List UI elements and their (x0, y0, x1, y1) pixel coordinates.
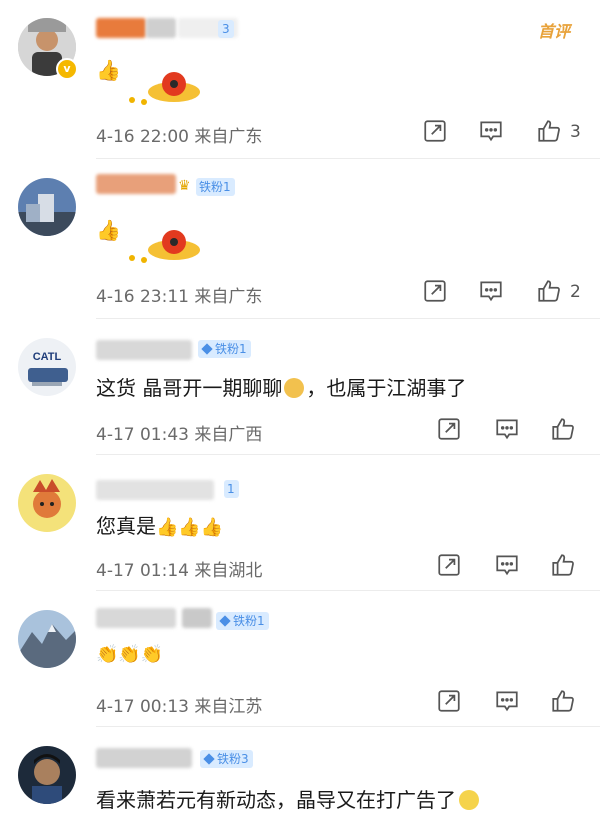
share-icon (424, 280, 446, 302)
divider (96, 454, 600, 455)
comment-item: ♛ 铁粉1 👍 4-16 23:11 来自广东 2 (0, 160, 600, 320)
divider (96, 158, 600, 159)
share-icon (424, 120, 446, 142)
gold-ingot-emoji (129, 72, 200, 105)
comment-item: v 3 首评 👍 4-16 22:00 来自广东 3 (0, 0, 600, 160)
share-button[interactable] (436, 416, 466, 446)
like-button[interactable] (550, 552, 580, 582)
comment-meta: 4-17 00:13 来自江苏 (96, 697, 263, 717)
fan-badge: 铁粉1 (198, 340, 251, 358)
avatar[interactable] (18, 178, 76, 236)
username-redacted[interactable] (96, 608, 216, 628)
thumbs-up-icon (552, 418, 574, 440)
like-count: 2 (570, 282, 581, 302)
first-comment-tag: 首评 (538, 22, 571, 41)
fan-badge: 铁粉1 (196, 178, 235, 196)
comment-button[interactable] (494, 416, 524, 446)
like-count: 3 (570, 122, 581, 142)
divider (96, 590, 600, 591)
like-button[interactable] (536, 118, 566, 148)
smile-emoji (459, 790, 479, 810)
comment-meta: 4-16 23:11 来自广东 (96, 287, 263, 307)
share-icon (438, 690, 460, 712)
thumbs-up-icon (538, 280, 560, 302)
crown-icon: ♛ (178, 178, 191, 194)
comment-icon (480, 281, 502, 302)
comment-button[interactable] (478, 118, 508, 148)
comment-icon (496, 691, 518, 712)
avatar[interactable] (18, 474, 76, 532)
like-button[interactable] (550, 688, 580, 718)
divider (96, 318, 600, 319)
comment-item: 铁粉1 👏👏👏 4-17 00:13 来自江苏 (0, 592, 600, 728)
comment-button[interactable] (494, 552, 524, 582)
emoji-content: 👏👏👏 (96, 644, 163, 665)
fan-badge: 铁粉3 (200, 750, 253, 768)
share-button[interactable] (422, 118, 452, 148)
comment-text: 这货 晶哥开一期聊聊 ，也属于江湖事了 (96, 376, 467, 400)
gold-ingot-emoji (129, 230, 200, 263)
comment-button[interactable] (478, 278, 508, 308)
username-redacted[interactable] (96, 748, 196, 768)
comment-meta: 4-17 01:43 来自广西 (96, 425, 263, 445)
username-redacted[interactable] (96, 480, 216, 500)
like-button[interactable] (550, 416, 580, 446)
thumbs-up-emoji: 👍 (96, 58, 121, 82)
avatar[interactable] (18, 610, 76, 668)
thumbs-up-emoji-row: 👍👍👍 (156, 517, 224, 538)
comment-text: 您真是👍👍👍 (96, 514, 224, 538)
fan-badge: 铁粉1 (216, 612, 269, 630)
share-icon (438, 418, 460, 440)
fan-badge: 1 (224, 480, 239, 498)
thumbs-up-icon (538, 120, 560, 142)
comment-icon (496, 555, 518, 576)
thumbs-up-icon (552, 554, 574, 576)
verified-icon: v (56, 58, 78, 80)
comment-item: 铁粉3 看来萧若元有新动态，晶导又在打广告了 (0, 728, 600, 818)
share-button[interactable] (436, 688, 466, 718)
username-redacted[interactable] (96, 340, 196, 360)
share-button[interactable] (422, 278, 452, 308)
comment-meta: 4-16 22:00 来自广东 (96, 127, 263, 147)
comment-item: CATL 铁粉1 这货 晶哥开一期聊聊 ，也属于江湖事了 4-17 01:43 来… (0, 320, 600, 456)
svg-text:CATL: CATL (33, 351, 62, 363)
avatar[interactable]: CATL (18, 338, 76, 396)
divider (96, 726, 600, 727)
comment-icon (480, 121, 502, 142)
avatar[interactable] (18, 746, 76, 804)
thumbs-up-emoji: 👍 (96, 218, 121, 242)
comment-item: 1 您真是👍👍👍 4-17 01:14 来自湖北 (0, 456, 600, 592)
username-redacted[interactable] (96, 174, 186, 194)
fan-badge: 3 (218, 20, 234, 38)
thumbs-up-icon (552, 690, 574, 712)
share-icon (438, 554, 460, 576)
clap-emoji-row: 👏👏👏 (96, 644, 164, 665)
comment-icon (496, 419, 518, 440)
comment-meta: 4-17 01:14 来自湖北 (96, 561, 263, 581)
comment-text: 看来萧若元有新动态，晶导又在打广告了 (96, 784, 479, 813)
share-button[interactable] (436, 552, 466, 582)
comment-button[interactable] (494, 688, 524, 718)
like-button[interactable] (536, 278, 566, 308)
doge-emoji (284, 378, 305, 398)
